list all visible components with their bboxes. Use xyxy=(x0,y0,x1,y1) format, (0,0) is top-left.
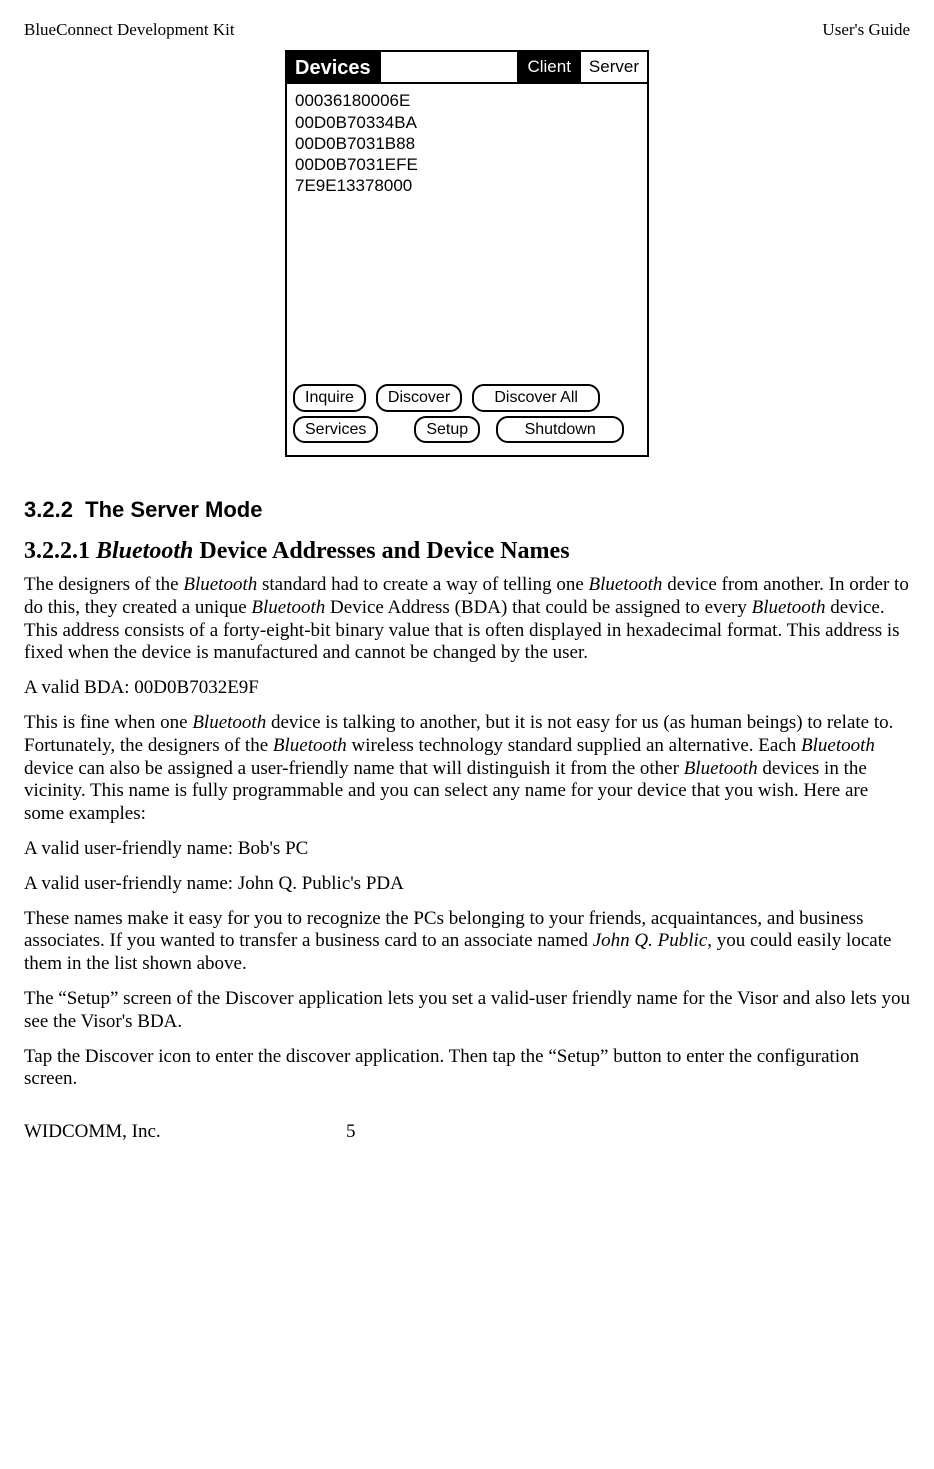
paragraph-1: The designers of the Bluetooth standard … xyxy=(24,574,910,665)
paragraph-3: This is fine when one Bluetooth device i… xyxy=(24,712,910,826)
paragraph-bda: A valid BDA: 00D0B7032E9F xyxy=(24,677,910,700)
setup-button[interactable]: Setup xyxy=(414,416,480,443)
paragraph-6: These names make it easy for you to reco… xyxy=(24,908,910,976)
devices-screenshot: Devices Client Server 00036180006E 00D0B… xyxy=(285,50,649,456)
paragraph-name2: A valid user-friendly name: John Q. Publ… xyxy=(24,873,910,896)
titlebar-spacer xyxy=(381,52,520,82)
inquire-button[interactable]: Inquire xyxy=(293,384,366,411)
list-item[interactable]: 00036180006E xyxy=(295,90,639,111)
text-italic: John Q. Public xyxy=(593,930,708,951)
section-title: The Server Mode xyxy=(85,497,262,522)
header-left: BlueConnect Development Kit xyxy=(24,20,235,40)
text: wireless technology standard supplied an… xyxy=(347,735,801,756)
footer-page: 5 xyxy=(306,1121,628,1144)
list-item[interactable]: 00D0B7031EFE xyxy=(295,154,639,175)
footer-company: WIDCOMM, Inc. xyxy=(24,1121,306,1144)
text-italic: Bluetooth xyxy=(183,574,257,595)
list-item[interactable]: 7E9E13378000 xyxy=(295,175,639,196)
text-italic: Bluetooth xyxy=(273,735,347,756)
text-italic: Bluetooth xyxy=(801,735,875,756)
section-number: 3.2.2 xyxy=(24,497,73,522)
list-item[interactable]: 00D0B70334BA xyxy=(295,112,639,133)
text-italic: Bluetooth xyxy=(192,712,266,733)
text-italic: Bluetooth xyxy=(752,597,826,618)
subsection-number: 3.2.2.1 xyxy=(24,538,90,564)
services-button[interactable]: Services xyxy=(293,416,378,443)
text-italic: Bluetooth xyxy=(251,597,325,618)
text: device can also be assigned a user-frien… xyxy=(24,758,684,779)
text-italic: Bluetooth xyxy=(589,574,663,595)
subsection-heading: 3.2.2.1 Bluetooth Device Addresses and D… xyxy=(24,537,910,566)
list-item[interactable]: 00D0B7031B88 xyxy=(295,133,639,154)
discover-button[interactable]: Discover xyxy=(376,384,462,411)
text: The designers of the xyxy=(24,574,183,595)
tab-client[interactable]: Client xyxy=(519,52,580,82)
tab-server[interactable]: Server xyxy=(581,52,647,82)
window-title: Devices xyxy=(287,52,381,82)
paragraph-8: Tap the Discover icon to enter the disco… xyxy=(24,1046,910,1092)
subsection-italic: Bluetooth xyxy=(96,538,193,564)
paragraph-name1: A valid user-friendly name: Bob's PC xyxy=(24,838,910,861)
discover-all-button[interactable]: Discover All xyxy=(472,384,600,411)
text: Device Address (BDA) that could be assig… xyxy=(325,597,751,618)
device-list[interactable]: 00036180006E 00D0B70334BA 00D0B7031B88 0… xyxy=(287,84,647,376)
paragraph-7: The “Setup” screen of the Discover appli… xyxy=(24,988,910,1034)
text: standard had to create a way of telling … xyxy=(257,574,588,595)
text: This is fine when one xyxy=(24,712,192,733)
subsection-rest: Device Addresses and Device Names xyxy=(193,538,569,564)
section-heading: 3.2.2 The Server Mode xyxy=(24,497,910,523)
text-italic: Bluetooth xyxy=(684,758,758,779)
header-right: User's Guide xyxy=(822,20,910,40)
shutdown-button[interactable]: Shutdown xyxy=(496,416,624,443)
